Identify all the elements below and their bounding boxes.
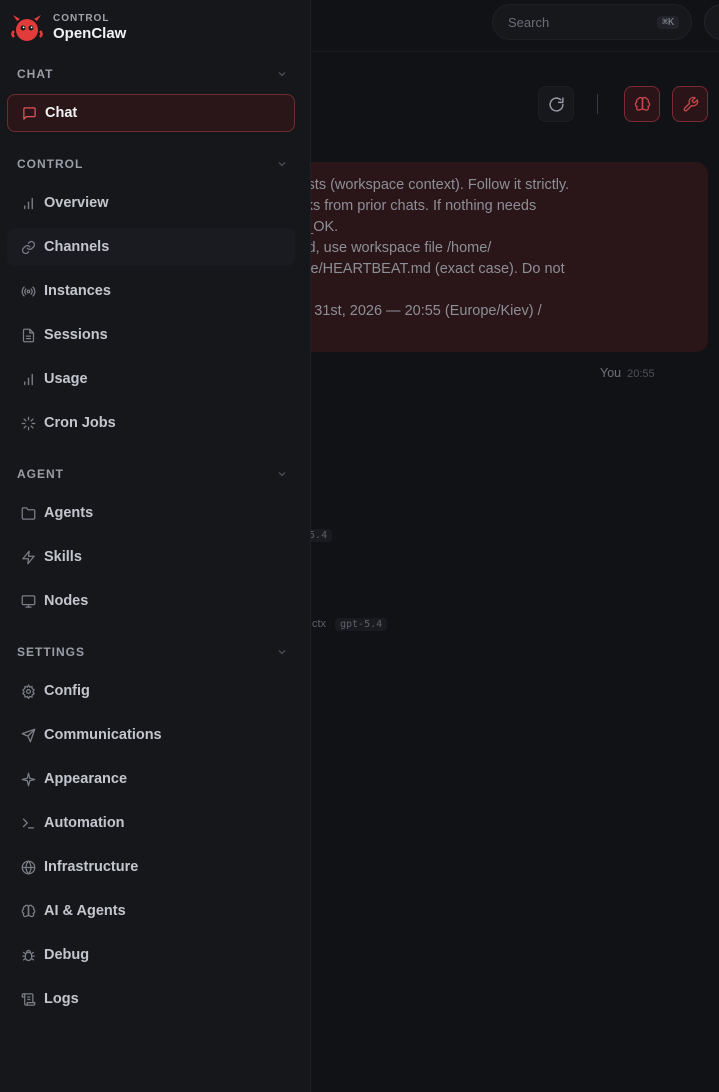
radio-icon — [20, 283, 36, 299]
chevron-down-icon — [277, 647, 287, 657]
sidebar-item-label: Skills — [44, 549, 82, 565]
sidebar-item-label: Sessions — [44, 327, 108, 343]
globe-icon — [20, 859, 36, 875]
sidebar-item-label: Nodes — [44, 593, 89, 609]
sidebar-item-label: Instances — [44, 283, 111, 299]
file-text-icon — [20, 327, 36, 343]
link-icon — [20, 239, 36, 255]
tools-toggle-button[interactable] — [672, 86, 708, 122]
sidebar-item-label: Cron Jobs — [44, 415, 116, 431]
chevron-down-icon — [277, 159, 287, 169]
sidebar-item-label: Communications — [44, 727, 162, 743]
sidebar-item-label: Agents — [44, 505, 94, 521]
refresh-icon — [548, 96, 565, 113]
message-sender: You — [600, 366, 622, 380]
sidebar-item-automation[interactable]: Automation — [7, 804, 295, 842]
section-label: AGENT — [17, 467, 64, 481]
section-header-chat[interactable]: CHAT — [17, 64, 287, 84]
wrench-icon — [682, 96, 699, 113]
chevron-down-icon — [277, 469, 287, 479]
sidebar-item-channels[interactable]: Channels — [7, 228, 295, 266]
sidebar-item-label: Config — [44, 683, 90, 699]
sidebar-item-chat[interactable]: Chat — [7, 94, 295, 132]
thinking-toggle-button[interactable] — [624, 86, 660, 122]
message-time: 20:55 — [627, 368, 655, 380]
sparkle-icon — [20, 771, 36, 787]
section-label: CONTROL — [17, 157, 84, 171]
bar-chart-icon — [20, 371, 36, 387]
message-meta: You 20:55 — [600, 366, 655, 380]
sidebar-item-label: AI & Agents — [44, 903, 126, 919]
sidebar-item-cron-jobs[interactable]: Cron Jobs — [7, 404, 295, 442]
sidebar-item-infrastructure[interactable]: Infrastructure — [7, 848, 295, 886]
monitor-icon — [20, 593, 36, 609]
bug-icon — [20, 947, 36, 963]
sidebar-item-ai-agents[interactable]: AI & Agents — [7, 892, 295, 930]
context-label: ctx — [312, 618, 327, 630]
sidebar-item-usage[interactable]: Usage — [7, 360, 295, 398]
sidebar-item-label: Debug — [44, 947, 90, 963]
terminal-icon — [20, 815, 36, 831]
sidebar-item-label: Channels — [44, 239, 110, 255]
brand[interactable]: CONTROL OpenClaw — [10, 10, 126, 46]
search-shortcut-badge: ⌘K — [656, 15, 679, 29]
sidebar-item-label: Overview — [44, 195, 109, 211]
send-icon — [20, 727, 36, 743]
brand-subtitle: CONTROL — [53, 13, 110, 24]
brain-icon — [634, 96, 651, 113]
message-square-icon — [21, 105, 37, 121]
sidebar-item-appearance[interactable]: Appearance — [7, 760, 295, 798]
brand-name: OpenClaw — [53, 25, 127, 42]
sidebar-item-label: Infrastructure — [44, 859, 139, 875]
sidebar-item-label: Usage — [44, 371, 88, 387]
sidebar: CONTROL OpenClaw CHAT Chat CONTROL Overv… — [0, 0, 311, 1092]
sidebar-item-label: Automation — [44, 815, 125, 831]
zap-icon — [20, 549, 36, 565]
bar-chart-icon — [20, 195, 36, 211]
refresh-button[interactable] — [538, 86, 574, 122]
scroll-icon — [20, 991, 36, 1007]
avatar[interactable] — [704, 4, 719, 40]
sidebar-item-agents[interactable]: Agents — [7, 494, 295, 532]
sidebar-item-overview[interactable]: Overview — [7, 184, 295, 222]
section-label: CHAT — [17, 67, 54, 81]
section-label: SETTINGS — [17, 645, 86, 659]
sidebar-item-config[interactable]: Config — [7, 672, 295, 710]
openclaw-logo-icon — [10, 11, 44, 45]
settings-icon — [20, 683, 36, 699]
model-chip: gpt-5.4 — [335, 618, 388, 631]
section-header-control[interactable]: CONTROL — [17, 154, 287, 174]
folder-icon — [20, 505, 36, 521]
search-input[interactable]: Search ⌘K — [492, 4, 692, 40]
sidebar-item-label: Chat — [45, 105, 78, 121]
sidebar-item-label: Appearance — [44, 771, 128, 787]
section-header-agent[interactable]: AGENT — [17, 464, 287, 484]
sidebar-item-sessions[interactable]: Sessions — [7, 316, 295, 354]
sidebar-item-skills[interactable]: Skills — [7, 538, 295, 576]
brain-icon — [20, 903, 36, 919]
sidebar-item-instances[interactable]: Instances — [7, 272, 295, 310]
loader-icon — [20, 415, 36, 431]
sidebar-item-nodes[interactable]: Nodes — [7, 582, 295, 620]
sidebar-item-label: Logs — [44, 991, 79, 1007]
chevron-down-icon — [277, 69, 287, 79]
toolbar-divider — [597, 94, 598, 114]
sidebar-item-debug[interactable]: Debug — [7, 936, 295, 974]
search-placeholder: Search — [508, 14, 550, 30]
sidebar-item-logs[interactable]: Logs — [7, 980, 295, 1018]
sidebar-item-communications[interactable]: Communications — [7, 716, 295, 754]
section-header-settings[interactable]: SETTINGS — [17, 642, 287, 662]
